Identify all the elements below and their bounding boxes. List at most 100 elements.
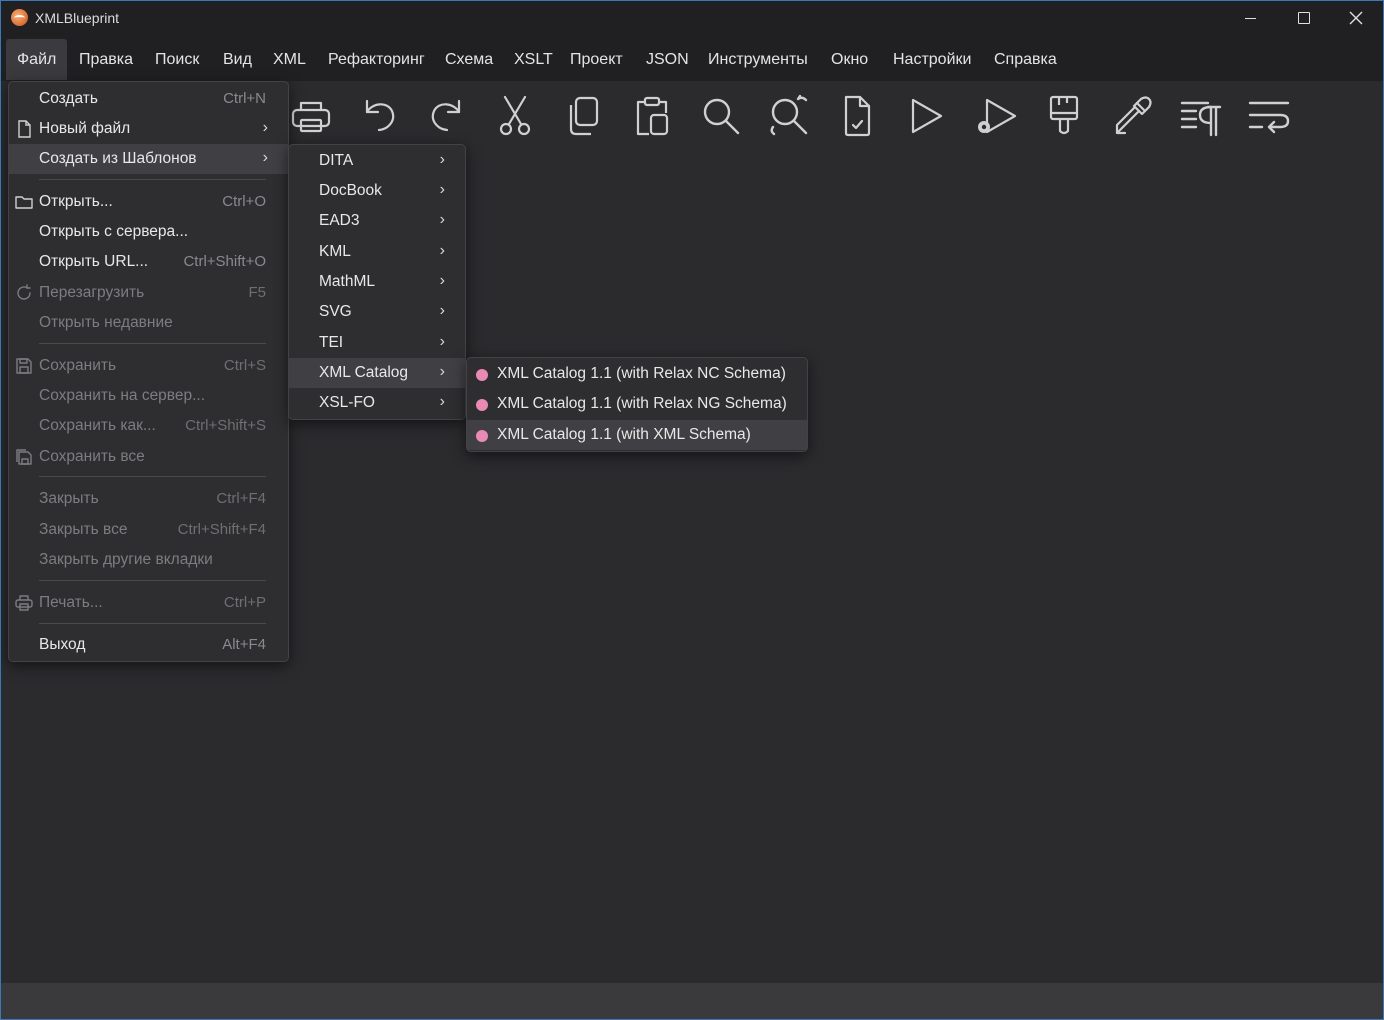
chevron-right-icon: ›: [439, 181, 445, 198]
menu-separator: [39, 580, 266, 581]
save-icon: [16, 358, 32, 374]
format-brush-icon: [1049, 95, 1079, 135]
template-dot-icon: [476, 430, 488, 442]
word-wrap-button[interactable]: [1246, 93, 1292, 139]
search-icon: [703, 98, 740, 135]
menu-item-create[interactable]: Создать Ctrl+N: [9, 84, 288, 114]
eyedropper-button[interactable]: [1109, 93, 1155, 139]
menu-xml[interactable]: XML: [262, 39, 317, 80]
menu-json[interactable]: JSON: [635, 39, 700, 80]
menu-item-shortcut: Ctrl+Shift+F4: [177, 521, 266, 538]
menu-item-create-from-templates[interactable]: Создать из Шаблонов ›: [9, 144, 288, 174]
print-icon: [15, 595, 33, 611]
menu-item-label: KML: [319, 243, 351, 260]
redo-button[interactable]: [423, 93, 469, 139]
template-xml-catalog[interactable]: XML Catalog ›: [289, 358, 465, 388]
menu-item-exit[interactable]: Выход Alt+F4: [9, 630, 288, 660]
template-ead3[interactable]: EAD3 ›: [289, 206, 465, 236]
menu-separator: [39, 179, 266, 180]
chevron-right-icon: ›: [439, 272, 445, 289]
chevron-right-icon: ›: [262, 149, 268, 166]
menu-file[interactable]: Файл: [6, 39, 68, 80]
menu-item-label: Сохранить: [39, 357, 117, 374]
menu-item-shortcut: Ctrl+S: [223, 357, 266, 374]
copy-button[interactable]: [561, 93, 607, 139]
close-button[interactable]: [1329, 1, 1383, 35]
menu-item-label: DITA: [319, 152, 354, 169]
menu-item-new-file[interactable]: Новый файл ›: [9, 114, 288, 144]
template-tei[interactable]: TEI ›: [289, 328, 465, 358]
menu-item-label: XML Catalog 1.1 (with Relax NG Schema): [497, 395, 787, 412]
format-brush-button[interactable]: [1041, 93, 1087, 139]
minimize-icon: [1244, 17, 1256, 19]
chevron-right-icon: ›: [439, 302, 445, 319]
run-icon: [911, 98, 943, 134]
menu-help[interactable]: Справка: [983, 39, 1068, 80]
search-button[interactable]: [697, 93, 743, 139]
menu-item-shortcut: Ctrl+O: [222, 193, 266, 210]
menu-item-print: Печать... Ctrl+P: [9, 588, 288, 618]
menu-item-label: Создать: [39, 90, 98, 107]
paste-icon: [636, 96, 669, 136]
template-kml[interactable]: KML ›: [289, 237, 465, 267]
menu-edit[interactable]: Правка: [68, 39, 144, 80]
catalog-relax-ng[interactable]: XML Catalog 1.1 (with Relax NG Schema): [467, 389, 807, 419]
chevron-right-icon: ›: [439, 393, 445, 410]
menu-item-open[interactable]: Открыть... Ctrl+O: [9, 187, 288, 217]
cut-button[interactable]: [492, 93, 538, 139]
reload-icon: [17, 284, 31, 300]
menu-item-open-from-server[interactable]: Открыть с сервера...: [9, 217, 288, 247]
run-settings-button[interactable]: [971, 93, 1017, 139]
menu-item-shortcut: F5: [248, 284, 266, 301]
templates-submenu: DITA › DocBook › EAD3 › KML › MathML › S…: [288, 144, 466, 420]
folder-icon: [15, 196, 33, 209]
menu-xslt[interactable]: XSLT: [503, 39, 564, 80]
paste-button[interactable]: [629, 93, 675, 139]
chevron-right-icon: ›: [439, 363, 445, 380]
undo-button[interactable]: [357, 93, 403, 139]
save-all-icon: [16, 449, 32, 465]
menu-item-reload: Перезагрузить F5: [9, 278, 288, 308]
print-button[interactable]: [288, 93, 334, 139]
menu-item-label: Новый файл: [39, 120, 131, 137]
menu-item-label: Открыть недавние: [39, 314, 173, 331]
menu-schema[interactable]: Схема: [434, 39, 504, 80]
undo-icon: [365, 99, 395, 132]
catalog-xml-schema[interactable]: XML Catalog 1.1 (with XML Schema): [467, 420, 807, 450]
menu-item-shortcut: Ctrl+N: [223, 90, 266, 107]
template-docbook[interactable]: DocBook ›: [289, 176, 465, 206]
menu-search[interactable]: Поиск: [144, 39, 210, 80]
menu-item-label: Сохранить как...: [39, 417, 156, 434]
menu-item-open-url[interactable]: Открыть URL... Ctrl+Shift+O: [9, 247, 288, 277]
menu-refactoring[interactable]: Рефакторинг: [317, 39, 436, 80]
app-window: XMLBlueprint Файл Правка Поиск Вид XML Р…: [0, 0, 1384, 1020]
show-formatting-icon: [1180, 101, 1222, 137]
app-logo-icon: [11, 9, 28, 26]
menu-settings[interactable]: Настройки: [882, 39, 982, 80]
template-svg[interactable]: SVG ›: [289, 297, 465, 327]
validate-button[interactable]: [834, 93, 880, 139]
file-menu: Создать Ctrl+N Новый файл › Создать из Ш…: [8, 81, 289, 662]
menu-item-label: Закрыть: [39, 490, 99, 507]
menu-item-label: Перезагрузить: [39, 284, 145, 301]
menu-window[interactable]: Окно: [820, 39, 879, 80]
minimize-button[interactable]: [1223, 1, 1277, 35]
chevron-right-icon: ›: [439, 151, 445, 168]
menu-item-shortcut: Alt+F4: [222, 636, 266, 653]
template-mathml[interactable]: MathML ›: [289, 267, 465, 297]
maximize-button[interactable]: [1277, 1, 1331, 35]
formatting-marks-button[interactable]: [1178, 93, 1224, 139]
search-replace-button[interactable]: [765, 93, 811, 139]
menu-project[interactable]: Проект: [559, 39, 634, 80]
menu-view[interactable]: Вид: [212, 39, 263, 80]
menu-bar: Файл Правка Поиск Вид XML Рефакторинг Сх…: [1, 35, 1383, 81]
menu-item-save-to-server: Сохранить на сервер...: [9, 381, 288, 411]
template-dita[interactable]: DITA ›: [289, 146, 465, 176]
catalog-relax-nc[interactable]: XML Catalog 1.1 (with Relax NC Schema): [467, 359, 807, 389]
menu-item-save: Сохранить Ctrl+S: [9, 351, 288, 381]
menu-tools[interactable]: Инструменты: [697, 39, 819, 80]
chevron-right-icon: ›: [439, 333, 445, 350]
run-button[interactable]: [903, 93, 949, 139]
template-xsl-fo[interactable]: XSL-FO ›: [289, 388, 465, 418]
menu-item-close-other-tabs: Закрыть другие вкладки: [9, 545, 288, 575]
